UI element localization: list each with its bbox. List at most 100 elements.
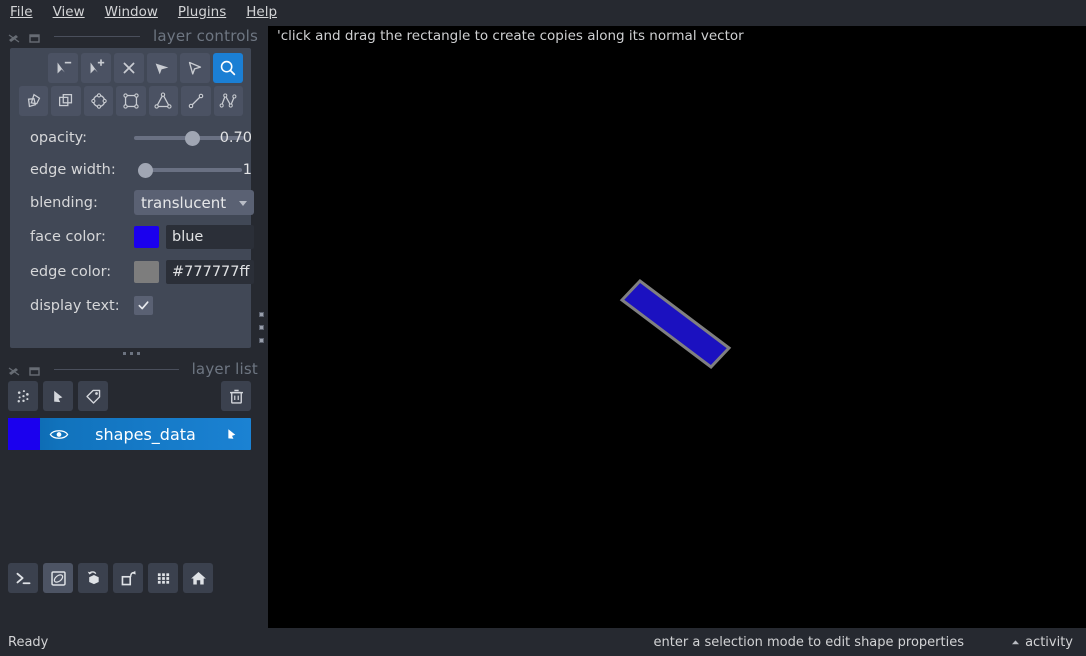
napari-viewer-window: File View Window Plugins Help layer cont… [0, 0, 1086, 656]
opacity-slider-handle[interactable] [185, 131, 200, 146]
shapes-icon [53, 390, 62, 402]
add-path-tool[interactable] [213, 86, 243, 116]
layer-controls-panel: opacity: 0.70 edge width: 1 blending: tr… [10, 48, 254, 348]
edge-color-value: #777777ff [172, 264, 250, 280]
shape-tools-row-1 [19, 53, 243, 83]
menu-file[interactable]: File [10, 6, 33, 20]
terminal-icon [16, 572, 30, 584]
activity-button[interactable]: activity [1011, 635, 1073, 650]
dock-resize-handle[interactable] [118, 348, 144, 358]
move-front-tool[interactable] [51, 86, 81, 116]
float-panel-icon[interactable] [8, 30, 21, 43]
select-vertex-remove-tool[interactable] [48, 53, 78, 83]
display-text-checkbox[interactable] [134, 296, 153, 315]
shapes-front-icon [59, 93, 73, 107]
cursor-outline-icon [188, 61, 202, 75]
menu-view-label: View [52, 4, 85, 21]
layer-list-titlebar: layer list [8, 359, 258, 379]
titlebar-rule [54, 35, 140, 37]
layer-list-toolbar [8, 381, 251, 411]
menu-help-label: Help [246, 4, 278, 21]
ndisplay-toggle-button[interactable] [43, 563, 73, 593]
cursor-filled-icon [155, 63, 169, 75]
transpose-dimensions-button[interactable] [113, 563, 143, 593]
direct-select-tool[interactable] [147, 53, 177, 83]
layer-property-rows: opacity: 0.70 edge width: 1 blending: tr… [10, 126, 254, 327]
shape-tools-grid [19, 53, 243, 116]
select-vertex-insert-tool[interactable] [81, 53, 111, 83]
home-icon [190, 571, 206, 585]
close-panel-icon[interactable] [28, 30, 41, 43]
roll-dimensions-button[interactable] [78, 563, 108, 593]
edge-color-label: edge color: [30, 264, 112, 280]
layer-visibility-toggle[interactable] [40, 427, 78, 442]
delete-shape-tool[interactable] [114, 53, 144, 83]
viewer-canvas[interactable]: 'click and drag the rectangle to create … [268, 26, 1086, 628]
vertex-remove-icon [57, 61, 72, 74]
layer-controls-titlebar: layer controls [8, 26, 258, 46]
float-panel-icon[interactable] [8, 363, 21, 376]
chevron-up-icon [1012, 639, 1020, 644]
shapes-back-icon [27, 93, 40, 108]
status-message: Ready [8, 634, 49, 650]
menu-help[interactable]: Help [246, 6, 277, 20]
vertex-insert-icon [90, 59, 105, 74]
menu-window[interactable]: Window [105, 6, 158, 20]
status-help-message: enter a selection mode to edit shape pro… [653, 634, 964, 650]
menu-view[interactable]: View [53, 6, 85, 20]
console-button[interactable] [8, 563, 38, 593]
canvas-shapes-layer [619, 278, 732, 370]
add-ellipse-tool[interactable] [83, 86, 114, 116]
shape-tools-row-2 [19, 86, 243, 116]
edge-color-swatch[interactable] [134, 261, 159, 283]
add-polygon-tool[interactable] [148, 86, 179, 116]
left-dock-panel: layer controls opacity: 0.70 edge width:… [0, 26, 268, 628]
chevron-down-icon [232, 197, 254, 209]
panel-splitter[interactable] [254, 26, 268, 628]
points-icon [17, 389, 29, 402]
trash-icon [229, 389, 243, 404]
display-text-label: display text: [30, 298, 120, 314]
move-back-tool[interactable] [19, 86, 49, 116]
close-panel-icon[interactable] [28, 363, 41, 376]
blending-select[interactable]: translucent [134, 190, 254, 215]
menu-window-label: Window [104, 4, 158, 21]
delete-layer-button[interactable] [221, 381, 251, 411]
opacity-row: opacity: 0.70 [10, 126, 252, 149]
pan-zoom-tool[interactable] [213, 53, 243, 83]
new-shapes-layer-button[interactable] [43, 381, 73, 411]
opacity-value: 0.70 [219, 129, 252, 146]
menu-plugins[interactable]: Plugins [178, 6, 226, 20]
layer-list-title: layer list [191, 360, 258, 378]
status-bar: Ready enter a selection mode to edit sha… [0, 628, 1086, 656]
grid-view-button[interactable] [148, 563, 178, 593]
labels-tag-icon [85, 389, 100, 404]
shapes-icon [228, 429, 236, 439]
edge-width-row: edge width: 1 [10, 158, 252, 181]
x-icon [123, 62, 135, 74]
menu-bar: File View Window Plugins Help [0, 0, 1086, 26]
edge-color-row: edge color: #777777ff [10, 259, 254, 285]
face-color-swatch[interactable] [134, 226, 159, 248]
titlebar-rule [54, 368, 179, 370]
select-shapes-tool[interactable] [180, 53, 210, 83]
edge-width-slider-handle[interactable] [138, 163, 153, 178]
list-item[interactable]: shapes_data [8, 418, 251, 450]
add-line-tool[interactable] [181, 86, 211, 116]
add-rectangle-tool[interactable] [116, 86, 146, 116]
magnifier-icon [220, 60, 236, 76]
splitter-handle[interactable] [258, 311, 264, 343]
face-color-field[interactable]: blue [166, 225, 254, 249]
rectangle-shape[interactable] [619, 278, 732, 370]
edge-color-field[interactable]: #777777ff [166, 260, 254, 284]
blending-value: translucent [141, 193, 227, 212]
polygon-icon [154, 92, 172, 109]
viewer-buttons-toolbar [8, 563, 251, 593]
reset-view-button[interactable] [183, 563, 213, 593]
grid-icon [157, 572, 169, 584]
new-points-layer-button[interactable] [8, 381, 38, 411]
transpose-icon [121, 570, 136, 585]
new-labels-layer-button[interactable] [78, 381, 108, 411]
face-color-value: blue [172, 229, 204, 245]
roll-cube-icon [87, 570, 99, 584]
